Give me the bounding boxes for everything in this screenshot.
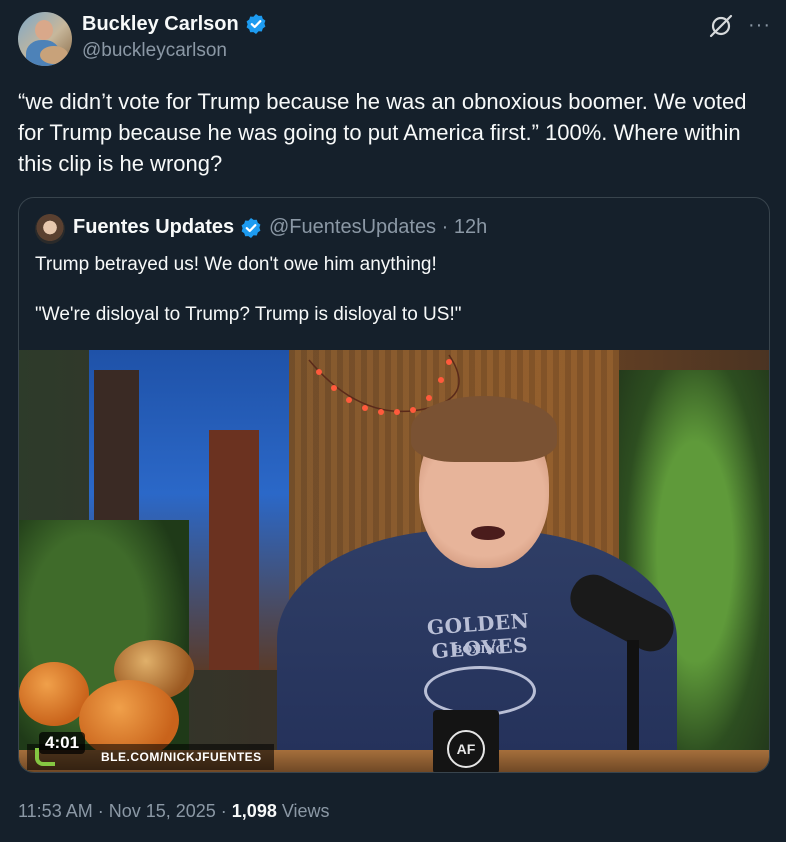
video-person-hair xyxy=(411,396,557,462)
views-count[interactable]: 1,098 xyxy=(232,801,277,821)
verified-badge-icon xyxy=(246,14,266,34)
video-player[interactable]: GOLDEN GLOVES BOXING AF BLE.COM/NICKJFUE… xyxy=(19,350,769,772)
quote-text-line: Trump betrayed us! We don't owe him anyt… xyxy=(35,254,437,275)
watermark-text: BLE.COM/NICKJFUENTES xyxy=(101,750,262,764)
quote-avatar[interactable] xyxy=(35,214,65,244)
tweet-meta: 11:53 AM · Nov 15, 2025 · 1,098 Views xyxy=(18,801,330,822)
avatar-dog xyxy=(40,46,68,64)
hoodie-print-subtext: BOXING xyxy=(452,643,506,656)
author-handle[interactable]: @buckleycarlson xyxy=(82,40,227,62)
author-avatar[interactable] xyxy=(18,12,72,66)
tweet: Buckley Carlson @buckleycarlson ··· “we … xyxy=(0,0,786,842)
video-person-mouth xyxy=(471,526,505,540)
video-duration-badge: 4:01 xyxy=(39,732,86,754)
hoodie-print-oval xyxy=(424,666,536,716)
timestamp[interactable]: 11:53 AM · Nov 15, 2025 · xyxy=(18,801,232,821)
quoted-tweet[interactable]: Fuentes Updates @FuentesUpdates · 12h Tr… xyxy=(18,197,770,773)
grok-icon[interactable] xyxy=(708,13,734,39)
verified-badge-icon xyxy=(241,218,261,238)
views-label: Views xyxy=(276,801,330,821)
quote-author-name[interactable]: Fuentes Updates xyxy=(73,216,234,239)
quote-text-line: "We're disloyal to Trump? Trump is dislo… xyxy=(35,304,462,325)
tweet-text: “we didn’t vote for Trump because he was… xyxy=(18,89,747,176)
mug-logo: AF xyxy=(447,730,485,768)
avatar-face xyxy=(35,20,53,40)
more-options-icon[interactable]: ··· xyxy=(748,14,771,37)
quote-handle-time[interactable]: @FuentesUpdates · 12h xyxy=(269,216,487,239)
author-name[interactable]: Buckley Carlson xyxy=(82,13,239,36)
video-building xyxy=(209,430,259,670)
quote-text: Trump betrayed us! We don't owe him anyt… xyxy=(35,252,755,327)
